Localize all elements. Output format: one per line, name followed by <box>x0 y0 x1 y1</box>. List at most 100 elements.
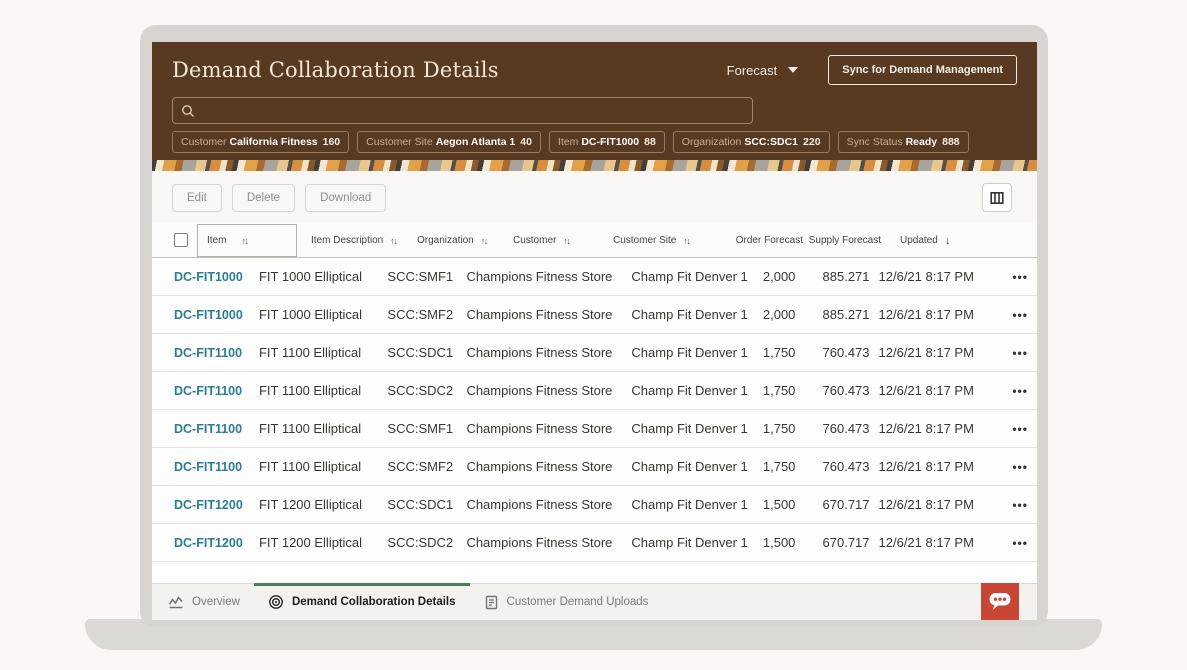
customer-site-cell: Champ Fit Denver 1 <box>631 345 762 360</box>
order-forecast-cell: 2,000 <box>763 307 796 322</box>
row-actions-menu-icon[interactable]: ••• <box>977 460 1037 474</box>
sort-descending-icon[interactable]: ↓ <box>945 235 951 247</box>
customer-site-cell: Champ Fit Denver 1 <box>631 307 762 322</box>
organization-cell: SCC:SDC1 <box>387 497 466 512</box>
order-forecast-cell: 2,000 <box>763 269 796 284</box>
forecast-dropdown[interactable]: Forecast <box>727 63 799 78</box>
app-window: Demand Collaboration Details Forecast Sy… <box>152 42 1037 620</box>
column-header-updated[interactable]: Updated ↓ <box>900 223 950 258</box>
column-label: Customer <box>513 235 556 246</box>
item-link[interactable]: DC-FIT1100 <box>174 384 259 398</box>
column-header-organization[interactable]: Organization ↑↓ <box>417 223 487 258</box>
table-row[interactable]: DC-FIT1200 FIT 1200 Elliptical SCC:SDC1 … <box>152 486 1037 524</box>
tab-label: Overview <box>192 596 240 608</box>
edit-button[interactable]: Edit <box>172 184 222 212</box>
filter-chip-organization[interactable]: OrganizationSCC:SDC1220 <box>673 131 830 153</box>
chip-count: 40 <box>520 136 532 148</box>
bottom-tab-bar: Overview Demand Collaboration Details <box>152 583 1037 620</box>
supply-forecast-cell: 670.717 <box>795 497 869 512</box>
tab-overview[interactable]: Overview <box>154 584 254 620</box>
chip-count: 220 <box>803 136 821 148</box>
customer-cell: Champions Fitness Store <box>466 345 631 360</box>
item-link[interactable]: DC-FIT1200 <box>174 498 259 512</box>
row-actions-menu-icon[interactable]: ••• <box>977 346 1037 360</box>
column-header-supply-forecast[interactable]: Supply Forecast <box>801 223 881 258</box>
chevron-down-icon <box>788 67 798 73</box>
chip-value: California Fitness <box>230 136 318 148</box>
column-label: Item Description <box>311 235 383 246</box>
customer-cell: Champions Fitness Store <box>466 307 631 322</box>
organization-cell: SCC:SMF2 <box>387 459 466 474</box>
sort-icon[interactable]: ↑↓ <box>481 236 487 246</box>
supply-forecast-cell: 760.473 <box>795 345 869 360</box>
row-actions-menu-icon[interactable]: ••• <box>977 422 1037 436</box>
manage-columns-button[interactable] <box>982 183 1012 212</box>
column-label: Order Forecast <box>736 235 803 246</box>
search-input[interactable] <box>202 104 744 118</box>
delete-button[interactable]: Delete <box>232 184 295 212</box>
chip-count: 160 <box>323 136 341 148</box>
app-header: Demand Collaboration Details Forecast Sy… <box>152 42 1037 160</box>
column-label: Organization <box>417 235 474 246</box>
organization-cell: SCC:SMF1 <box>387 269 466 284</box>
filter-chip-sync-status[interactable]: Sync StatusReady888 <box>838 131 969 153</box>
item-link[interactable]: DC-FIT1100 <box>174 422 259 436</box>
filter-chip-item[interactable]: ItemDC-FIT100088 <box>549 131 665 153</box>
sync-demand-management-button[interactable]: Sync for Demand Management <box>828 55 1017 85</box>
tab-label: Customer Demand Uploads <box>507 596 649 608</box>
table-row[interactable]: DC-FIT1100 FIT 1100 Elliptical SCC:SMF2 … <box>152 448 1037 486</box>
column-label: Updated <box>900 235 938 246</box>
item-description-cell: FIT 1100 Elliptical <box>259 459 387 474</box>
tab-customer-demand-uploads[interactable]: Customer Demand Uploads <box>470 584 663 620</box>
updated-cell: 12/6/21 8:17 PM <box>870 269 978 284</box>
search-box[interactable] <box>172 97 753 124</box>
item-link[interactable]: DC-FIT1000 <box>174 308 259 322</box>
item-link[interactable]: DC-FIT1100 <box>174 460 259 474</box>
table-row[interactable]: DC-FIT1100 FIT 1100 Elliptical SCC:SMF1 … <box>152 410 1037 448</box>
sort-icon[interactable]: ↑↓ <box>683 236 689 246</box>
document-upload-icon <box>484 595 499 610</box>
updated-cell: 12/6/21 8:17 PM <box>870 345 978 360</box>
customer-site-cell: Champ Fit Denver 1 <box>631 459 762 474</box>
column-label: Supply Forecast <box>809 235 881 246</box>
column-header-item[interactable]: Item ↑↓ <box>197 224 297 257</box>
updated-cell: 12/6/21 8:17 PM <box>870 421 978 436</box>
filter-chip-customer-site[interactable]: Customer SiteAegon Atlanta 140 <box>357 131 541 153</box>
customer-cell: Champions Fitness Store <box>466 459 631 474</box>
column-header-item-description[interactable]: Item Description ↑↓ <box>311 223 396 258</box>
item-link[interactable]: DC-FIT1000 <box>174 270 259 284</box>
target-icon <box>268 594 284 610</box>
column-header-order-forecast[interactable]: Order Forecast <box>723 223 803 258</box>
table-row[interactable]: DC-FIT1200 FIT 1200 Elliptical SCC:SDC2 … <box>152 524 1037 562</box>
row-actions-menu-icon[interactable]: ••• <box>977 536 1037 550</box>
item-link[interactable]: DC-FIT1100 <box>174 346 259 360</box>
chip-label: Customer <box>181 136 227 148</box>
item-description-cell: FIT 1100 Elliptical <box>259 421 387 436</box>
customer-cell: Champions Fitness Store <box>466 269 631 284</box>
chip-value: Aegon Atlanta 1 <box>436 136 516 148</box>
page: Demand Collaboration Details Forecast Sy… <box>0 0 1187 670</box>
sort-icon[interactable]: ↑↓ <box>241 236 247 246</box>
item-link[interactable]: DC-FIT1200 <box>174 536 259 550</box>
sort-icon[interactable]: ↑↓ <box>563 236 569 246</box>
row-actions-menu-icon[interactable]: ••• <box>977 270 1037 284</box>
download-button[interactable]: Download <box>305 184 386 212</box>
sort-icon[interactable]: ↑↓ <box>390 236 396 246</box>
column-header-customer[interactable]: Customer ↑↓ <box>513 223 569 258</box>
item-description-cell: FIT 1100 Elliptical <box>259 345 387 360</box>
select-all-checkbox[interactable] <box>174 233 188 247</box>
table-row[interactable]: DC-FIT1000 FIT 1000 Elliptical SCC:SMF1 … <box>152 258 1037 296</box>
table-row[interactable]: DC-FIT1100 FIT 1100 Elliptical SCC:SDC2 … <box>152 372 1037 410</box>
column-header-customer-site[interactable]: Customer Site ↑↓ <box>613 223 689 258</box>
row-actions-menu-icon[interactable]: ••• <box>977 384 1037 398</box>
order-forecast-cell: 1,750 <box>763 345 796 360</box>
row-actions-menu-icon[interactable]: ••• <box>977 498 1037 512</box>
chip-value: SCC:SDC1 <box>744 136 798 148</box>
organization-cell: SCC:SMF1 <box>387 421 466 436</box>
chat-assistant-button[interactable] <box>981 583 1019 620</box>
table-row[interactable]: DC-FIT1100 FIT 1100 Elliptical SCC:SDC1 … <box>152 334 1037 372</box>
row-actions-menu-icon[interactable]: ••• <box>977 308 1037 322</box>
table-row[interactable]: DC-FIT1000 FIT 1000 Elliptical SCC:SMF2 … <box>152 296 1037 334</box>
filter-chip-customer[interactable]: CustomerCalifornia Fitness 160 <box>172 131 349 153</box>
tab-demand-collaboration-details[interactable]: Demand Collaboration Details <box>254 584 470 620</box>
